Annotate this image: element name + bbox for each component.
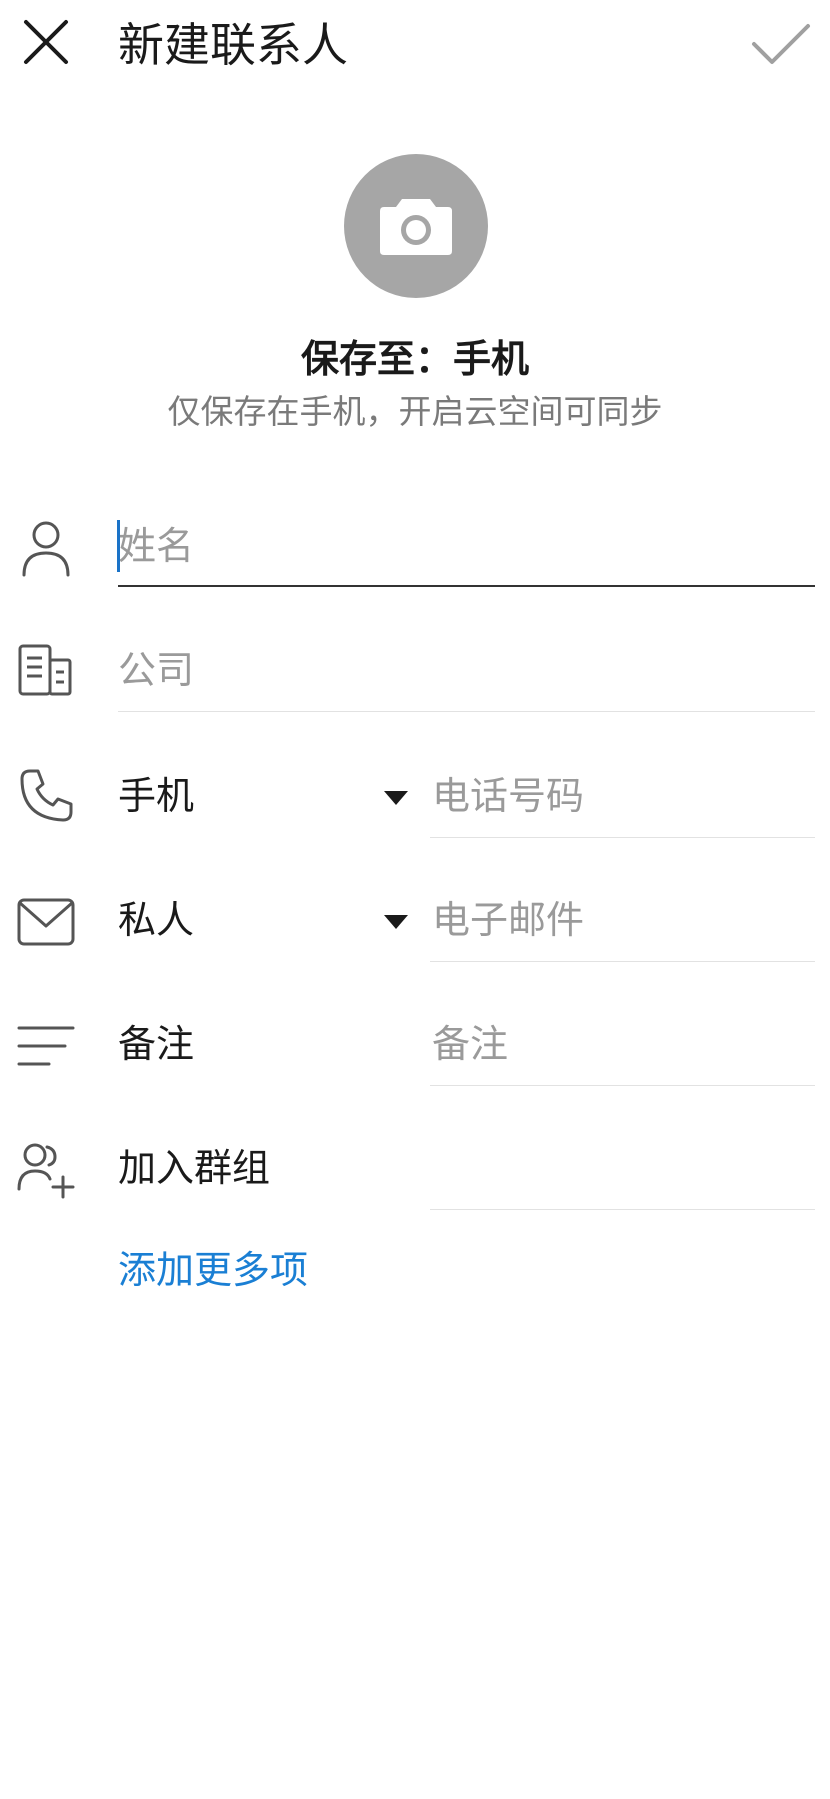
camera-icon xyxy=(380,199,452,255)
avatar-photo-button[interactable] xyxy=(344,154,488,298)
email-type-selector[interactable]: 私人 xyxy=(118,890,418,950)
group-divider xyxy=(430,1209,815,1210)
save-location-hint: 仅保存在手机，开启云空间可同步 xyxy=(167,392,663,431)
close-icon xyxy=(24,20,68,64)
phone-divider xyxy=(430,837,815,838)
name-input[interactable] xyxy=(118,516,808,576)
save-location-title: 保存至：手机 xyxy=(300,337,529,381)
join-group-row[interactable]: 加入群组 xyxy=(118,1138,815,1210)
phone-number-input[interactable] xyxy=(432,766,808,826)
note-divider xyxy=(430,1085,815,1086)
company-input[interactable] xyxy=(118,640,808,700)
caret-down-icon xyxy=(384,791,408,805)
mail-icon xyxy=(16,892,76,952)
note-label: 备注 xyxy=(118,1022,195,1066)
phone-type-selector[interactable]: 手机 xyxy=(118,766,418,826)
text-cursor xyxy=(117,520,120,572)
name-divider xyxy=(118,585,815,587)
notes-icon xyxy=(16,1016,76,1076)
add-group-icon xyxy=(16,1140,76,1200)
phone-type-label: 手机 xyxy=(118,774,195,818)
email-type-label: 私人 xyxy=(118,898,195,942)
person-icon xyxy=(16,518,76,578)
confirm-button[interactable] xyxy=(750,18,812,70)
email-divider xyxy=(430,961,815,962)
note-input[interactable] xyxy=(432,1014,808,1074)
email-input[interactable] xyxy=(432,890,808,950)
company-icon xyxy=(16,640,76,700)
company-divider xyxy=(118,711,815,712)
close-button[interactable] xyxy=(18,14,74,70)
add-more-fields-link[interactable]: 添加更多项 xyxy=(118,1240,308,1300)
caret-down-icon xyxy=(384,915,408,929)
phone-icon xyxy=(16,766,76,826)
check-icon xyxy=(752,24,810,64)
join-group-label: 加入群组 xyxy=(118,1146,271,1190)
page-title: 新建联系人 xyxy=(118,18,348,72)
